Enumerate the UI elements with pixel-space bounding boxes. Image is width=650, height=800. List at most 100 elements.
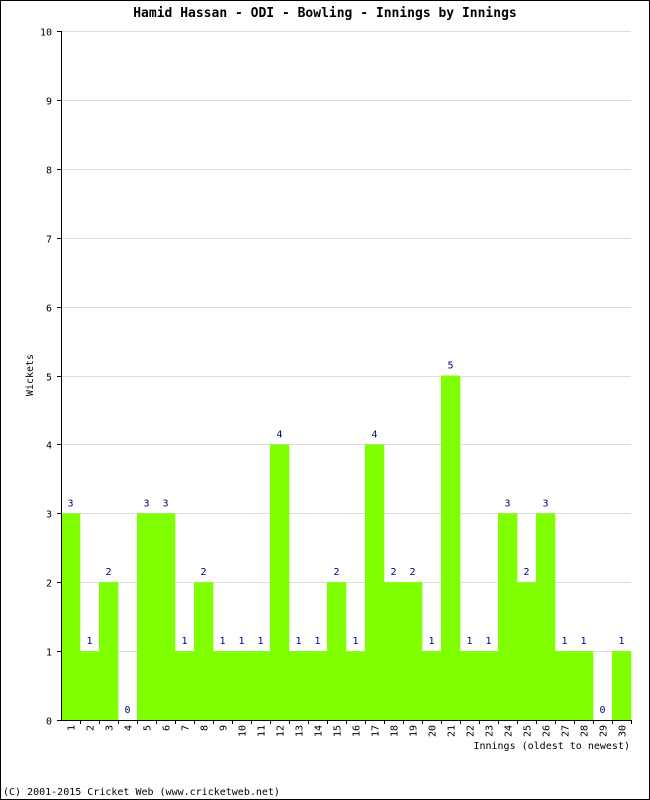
data-label: 1 xyxy=(561,636,567,647)
data-label: 2 xyxy=(523,567,529,578)
bar xyxy=(308,651,328,720)
bar xyxy=(327,582,347,720)
x-tick-label: 4 xyxy=(124,725,135,731)
x-tick-label: 21 xyxy=(447,725,458,737)
data-label: 1 xyxy=(352,636,358,647)
data-label: 2 xyxy=(390,567,396,578)
x-tick-label: 5 xyxy=(143,725,154,731)
x-tick-label: 14 xyxy=(314,725,325,737)
x-tick-label: 26 xyxy=(542,725,553,737)
bar xyxy=(346,651,366,720)
y-tick-label: 3 xyxy=(46,510,52,521)
x-axis-label: Innings (oldest to newest) xyxy=(473,741,630,752)
bar xyxy=(137,513,157,720)
bar xyxy=(99,582,119,720)
y-tick-label: 9 xyxy=(46,97,52,108)
y-tick-label: 10 xyxy=(40,28,52,39)
bar xyxy=(422,651,442,720)
x-tick-label: 13 xyxy=(295,725,306,737)
x-tick-label: 25 xyxy=(523,725,534,737)
bar xyxy=(574,651,594,720)
y-tick-label: 0 xyxy=(46,717,52,728)
data-label: 0 xyxy=(124,705,130,716)
bar xyxy=(517,582,537,720)
bar xyxy=(156,513,176,720)
x-tick-label: 9 xyxy=(219,725,230,731)
data-label: 3 xyxy=(162,498,168,509)
y-axis-label: Wickets xyxy=(25,354,36,396)
x-tick-label: 30 xyxy=(618,725,629,737)
data-label: 4 xyxy=(371,429,377,440)
bar xyxy=(365,444,385,720)
bar xyxy=(270,444,290,720)
bar xyxy=(61,513,81,720)
bar xyxy=(213,651,233,720)
bar xyxy=(498,513,518,720)
bar xyxy=(194,582,214,720)
x-tick-label: 20 xyxy=(428,725,439,737)
x-tick-label: 27 xyxy=(561,725,572,737)
y-tick-labels: 0 1 2 3 4 5 6 7 8 9 10 xyxy=(40,28,52,728)
y-tick-label: 7 xyxy=(46,235,52,246)
y-tick-label: 5 xyxy=(46,373,52,384)
x-tick-label: 11 xyxy=(257,725,268,737)
bar xyxy=(403,582,423,720)
data-label: 2 xyxy=(200,567,206,578)
bar xyxy=(80,651,100,720)
data-label: 1 xyxy=(86,636,92,647)
x-tick-label: 22 xyxy=(466,725,477,737)
x-tick-label: 29 xyxy=(599,725,610,737)
data-label: 3 xyxy=(504,498,510,509)
x-tick-label: 7 xyxy=(181,725,192,731)
data-label: 0 xyxy=(599,705,605,716)
data-label: 3 xyxy=(67,498,73,509)
bars xyxy=(61,375,632,720)
data-label: 1 xyxy=(428,636,434,647)
bar xyxy=(289,651,309,720)
y-tick-label: 1 xyxy=(46,648,52,659)
x-tick-label: 24 xyxy=(504,725,515,737)
data-label: 1 xyxy=(238,636,244,647)
data-label: 1 xyxy=(181,636,187,647)
y-tick-label: 4 xyxy=(46,441,52,452)
data-label: 1 xyxy=(314,636,320,647)
x-tick-label: 1 xyxy=(67,725,78,731)
data-label: 2 xyxy=(333,567,339,578)
data-label: 1 xyxy=(580,636,586,647)
bar xyxy=(612,651,632,720)
bar xyxy=(232,651,252,720)
data-label: 1 xyxy=(466,636,472,647)
y-tick-label: 6 xyxy=(46,304,52,315)
y-tick-label: 8 xyxy=(46,166,52,177)
data-label: 2 xyxy=(409,567,415,578)
data-label: 5 xyxy=(447,361,453,372)
bar xyxy=(175,651,195,720)
x-tick-label: 28 xyxy=(580,725,591,737)
bar-chart: Hamid Hassan - ODI - Bowling - Innings b… xyxy=(3,6,632,798)
x-tick-label: 19 xyxy=(409,725,420,737)
data-label: 1 xyxy=(219,636,225,647)
data-label: 1 xyxy=(618,636,624,647)
x-tick-label: 6 xyxy=(162,725,173,731)
x-tick-label: 10 xyxy=(238,725,249,737)
x-tick-label: 16 xyxy=(352,725,363,737)
x-tick-label: 2 xyxy=(86,725,97,731)
chart-title: Hamid Hassan - ODI - Bowling - Innings b… xyxy=(133,6,517,21)
copyright-footer: (C) 2001-2015 Cricket Web (www.cricketwe… xyxy=(3,787,280,798)
x-tick-labels: 1 2 3 4 5 6 7 8 9 10 11 12 13 14 15 16 17 18 19 20 21 22 23 24 2… xyxy=(67,725,629,737)
data-label: 1 xyxy=(257,636,263,647)
x-tick-label: 18 xyxy=(390,725,401,737)
bar xyxy=(479,651,499,720)
data-label: 1 xyxy=(485,636,491,647)
bar xyxy=(555,651,575,720)
data-label: 3 xyxy=(143,498,149,509)
bar xyxy=(441,375,461,720)
x-tick-label: 15 xyxy=(333,725,344,737)
data-label: 3 xyxy=(542,498,548,509)
bar xyxy=(251,651,271,720)
x-tick-label: 17 xyxy=(371,725,382,737)
data-label: 4 xyxy=(276,429,282,440)
x-tick-label: 8 xyxy=(200,725,211,731)
bar xyxy=(384,582,404,720)
data-label: 1 xyxy=(295,636,301,647)
